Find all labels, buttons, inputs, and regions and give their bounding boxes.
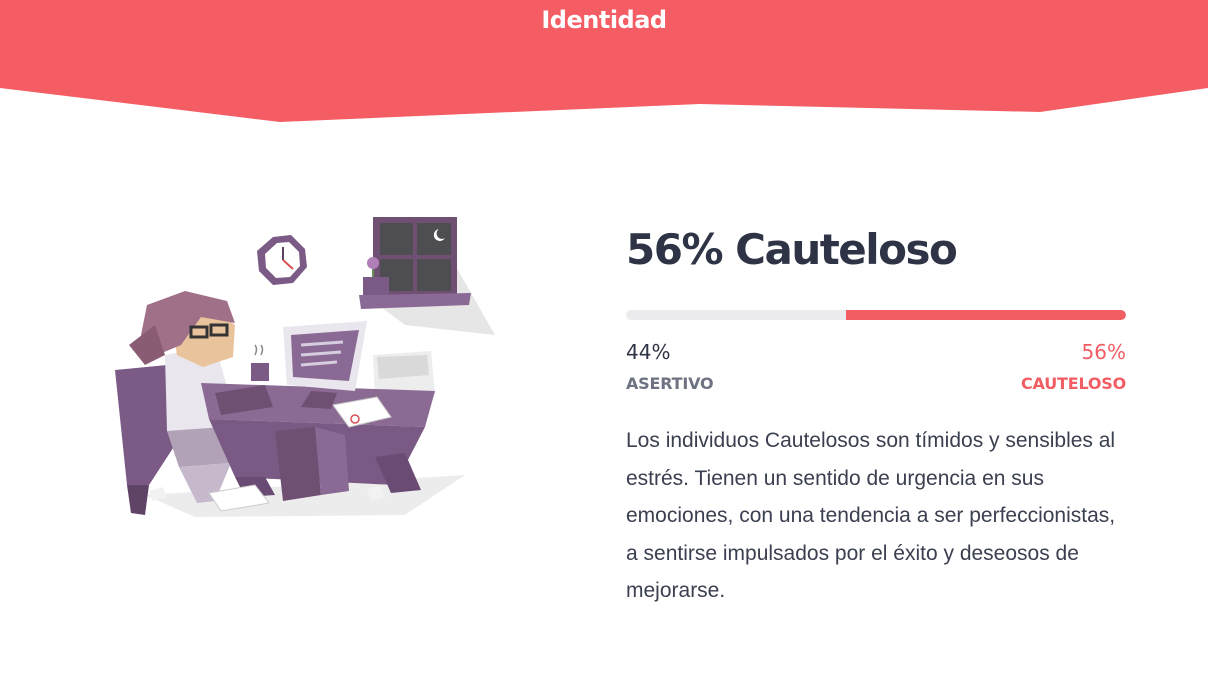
window-icon	[359, 217, 471, 309]
result-description: Los individuos Cautelosos son tímidos y …	[626, 429, 1116, 602]
assertive-label: ASERTIVO	[626, 374, 714, 393]
cautious-label: CAUTELOSO	[1020, 374, 1126, 393]
result-panel: 56% Cauteloso 44% 56% ASERTIVO CAUTELOSO…	[626, 222, 1126, 602]
score-bar-fill	[846, 310, 1126, 320]
result-headline: 56% Cauteloso	[626, 225, 958, 274]
header-banner: Identidad	[0, 0, 1208, 125]
score-bar	[626, 310, 1126, 320]
assertive-percent: 44%	[626, 340, 671, 364]
cautious-percent: 56%	[1081, 340, 1126, 364]
worried-person-at-desk-illustration	[105, 205, 505, 525]
wall-clock-icon	[257, 235, 307, 285]
section-title: Identidad	[541, 6, 667, 34]
